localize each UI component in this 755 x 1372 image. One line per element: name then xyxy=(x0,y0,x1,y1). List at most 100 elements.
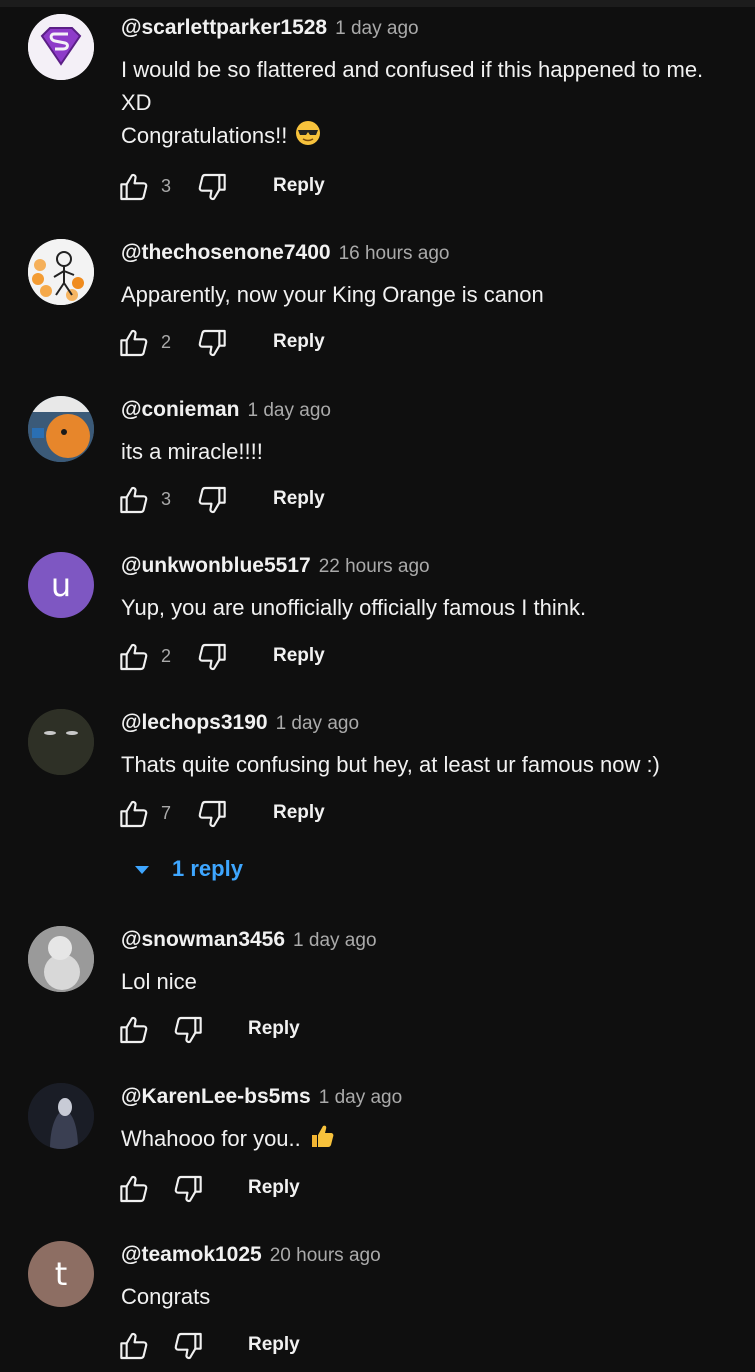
like-count: 3 xyxy=(161,489,172,509)
like-button[interactable] xyxy=(118,171,150,203)
comment-header: @lechops3190 1 day ago xyxy=(121,711,359,735)
thumbs-up-icon xyxy=(120,173,148,201)
comment-text-span: its a miracle!!!! xyxy=(121,439,263,464)
timestamp[interactable]: 22 hours ago xyxy=(319,556,430,577)
comment-text: I would be so flattered and confused if … xyxy=(121,53,751,155)
thumbs-up-icon xyxy=(120,1175,148,1203)
reply-button[interactable]: Reply xyxy=(273,331,325,353)
chevron-down-icon xyxy=(135,866,149,875)
reply-button[interactable]: Reply xyxy=(273,175,325,197)
dislike-button[interactable] xyxy=(196,484,228,516)
like-count: 2 xyxy=(161,646,172,666)
avatar[interactable] xyxy=(28,1083,94,1149)
username[interactable]: @conieman xyxy=(121,398,240,421)
comment-text-line: I would be so flattered and confused if … xyxy=(121,53,751,86)
comment-text-span: Congrats xyxy=(121,1284,211,1309)
timestamp[interactable]: 1 day ago xyxy=(293,930,376,951)
dislike-button[interactable] xyxy=(196,327,228,359)
thumbs-up-icon xyxy=(120,643,148,671)
thumbs-down-icon xyxy=(174,1016,202,1044)
avatar[interactable] xyxy=(28,926,94,992)
like-button[interactable] xyxy=(118,327,150,359)
like-count: 3 xyxy=(161,176,172,196)
thumbs-up-icon xyxy=(120,1332,148,1360)
comment-text-line: Whahooo for you.. xyxy=(121,1122,751,1158)
timestamp[interactable]: 1 day ago xyxy=(335,18,418,39)
avatar[interactable] xyxy=(28,239,94,305)
reply-button[interactable]: Reply xyxy=(248,1018,300,1040)
dislike-button[interactable] xyxy=(196,641,228,673)
username[interactable]: @unkwonblue5517 xyxy=(121,554,311,577)
dislike-button[interactable] xyxy=(196,798,228,830)
view-replies-button[interactable]: 1 reply xyxy=(134,856,243,882)
avatar-letter: t xyxy=(54,1255,68,1293)
comment-header: @snowman3456 1 day ago xyxy=(121,928,377,952)
comment-text: Apparently, now your King Orange is cano… xyxy=(121,278,751,311)
comment-text-span: XD xyxy=(121,90,152,115)
comment-header: @teamok1025 20 hours ago xyxy=(121,1243,381,1267)
username[interactable]: @lechops3190 xyxy=(121,711,268,734)
comment-text-span: Congratulations!! xyxy=(121,123,288,148)
replies-count-label: 1 reply xyxy=(172,856,243,881)
comment-text-span: Lol nice xyxy=(121,969,197,994)
like-button[interactable] xyxy=(118,798,150,830)
thumbs-down-icon xyxy=(198,173,226,201)
username[interactable]: @thechosenone7400 xyxy=(121,241,331,264)
reply-button[interactable]: Reply xyxy=(248,1334,300,1356)
comment-text: Yup, you are unofficially officially fam… xyxy=(121,591,751,624)
avatar[interactable]: u xyxy=(28,552,94,618)
timestamp[interactable]: 1 day ago xyxy=(248,400,331,421)
top-border xyxy=(0,0,755,7)
comment-text: Congrats xyxy=(121,1280,751,1313)
timestamp[interactable]: 20 hours ago xyxy=(270,1245,381,1266)
comment-header: @thechosenone7400 16 hours ago xyxy=(121,241,449,265)
like-button[interactable] xyxy=(118,641,150,673)
comment-text: Thats quite confusing but hey, at least … xyxy=(121,748,751,781)
like-button[interactable] xyxy=(118,1330,150,1362)
dislike-button[interactable] xyxy=(172,1173,204,1205)
comment-text-line: XD xyxy=(121,86,751,119)
username[interactable]: @KarenLee-bs5ms xyxy=(121,1085,311,1108)
avatar[interactable] xyxy=(28,14,94,80)
reply-button[interactable]: Reply xyxy=(273,488,325,510)
comment-text: Lol nice xyxy=(121,965,751,998)
comment-text: Whahooo for you.. xyxy=(121,1122,751,1158)
timestamp[interactable]: 16 hours ago xyxy=(339,243,450,264)
dislike-button[interactable] xyxy=(172,1014,204,1046)
thumbs-up-icon xyxy=(120,1016,148,1044)
comment-text-line: Thats quite confusing but hey, at least … xyxy=(121,748,751,781)
comment-header: @KarenLee-bs5ms 1 day ago xyxy=(121,1085,402,1109)
comment-text-span: Thats quite confusing but hey, at least … xyxy=(121,752,660,777)
thumbs-up-icon xyxy=(120,486,148,514)
comment-text-line: Congratulations!! xyxy=(121,119,751,155)
username[interactable]: @teamok1025 xyxy=(121,1243,262,1266)
comment-text-span: Yup, you are unofficially officially fam… xyxy=(121,595,587,620)
like-button[interactable] xyxy=(118,484,150,516)
like-count: 2 xyxy=(161,332,172,352)
comment-header: @scarlettparker1528 1 day ago xyxy=(121,16,419,40)
comment-text-span: Whahooo for you.. xyxy=(121,1126,301,1151)
like-button[interactable] xyxy=(118,1014,150,1046)
avatar[interactable] xyxy=(28,396,94,462)
avatar[interactable] xyxy=(28,709,94,775)
comment-text: its a miracle!!!! xyxy=(121,435,751,468)
timestamp[interactable]: 1 day ago xyxy=(319,1087,402,1108)
avatar-letter: u xyxy=(50,566,72,604)
reply-button[interactable]: Reply xyxy=(273,802,325,824)
comment-text-span: Apparently, now your King Orange is cano… xyxy=(121,282,544,307)
avatar[interactable]: t xyxy=(28,1241,94,1307)
like-button[interactable] xyxy=(118,1173,150,1205)
comment-text-line: its a miracle!!!! xyxy=(121,435,751,468)
reply-button[interactable]: Reply xyxy=(273,645,325,667)
username[interactable]: @snowman3456 xyxy=(121,928,285,951)
username[interactable]: @scarlettparker1528 xyxy=(121,16,327,39)
thumbs-down-icon xyxy=(198,643,226,671)
thumbs-down-icon xyxy=(198,800,226,828)
timestamp[interactable]: 1 day ago xyxy=(276,713,359,734)
dislike-button[interactable] xyxy=(172,1330,204,1362)
comment-header: @conieman 1 day ago xyxy=(121,398,331,422)
reply-button[interactable]: Reply xyxy=(248,1177,300,1199)
dislike-button[interactable] xyxy=(196,171,228,203)
comment-text-line: Lol nice xyxy=(121,965,751,998)
comment-header: @unkwonblue5517 22 hours ago xyxy=(121,554,430,578)
